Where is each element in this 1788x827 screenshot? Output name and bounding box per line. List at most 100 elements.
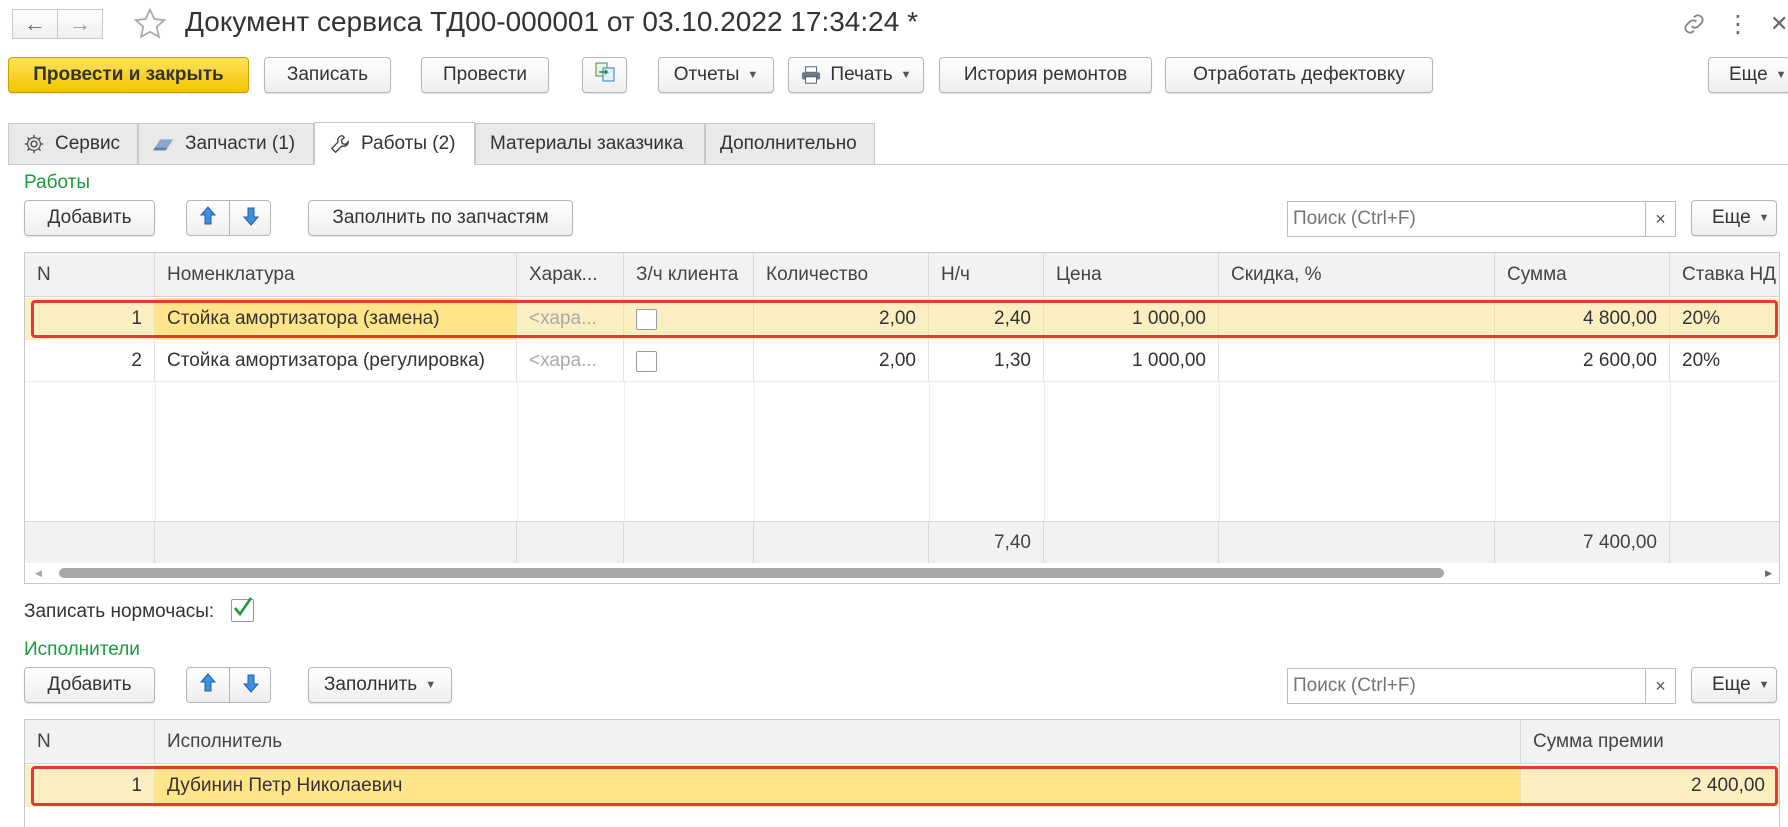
- executors-more-label: Еще: [1712, 674, 1751, 695]
- more-label: Еще: [1729, 64, 1768, 85]
- back-button[interactable]: ←: [12, 9, 58, 39]
- row-quantity[interactable]: 2,00: [754, 298, 929, 340]
- executors-move-up-button[interactable]: [187, 668, 229, 704]
- row-executor[interactable]: Дубинин Петр Николаевич: [155, 765, 1521, 807]
- row-vat[interactable]: 20%: [1670, 298, 1779, 340]
- col-n[interactable]: N: [25, 253, 155, 297]
- tab-customer-materials[interactable]: Материалы заказчика: [475, 123, 705, 164]
- row-discount[interactable]: [1219, 340, 1495, 382]
- total-sum: 7 400,00: [1495, 522, 1670, 564]
- col-discount[interactable]: Скидка, %: [1219, 253, 1495, 297]
- arrow-up-icon: [199, 206, 217, 232]
- table-row[interactable]: 1 Стойка амортизатора (замена) <хара... …: [25, 298, 1779, 340]
- arrow-down-icon: [242, 673, 260, 699]
- page-title: Документ сервиса ТД00-000001 от 03.10.20…: [185, 6, 918, 37]
- col-executor[interactable]: Исполнитель: [155, 720, 1521, 764]
- process-defects-button[interactable]: Отработать дефектовку: [1165, 57, 1433, 93]
- tab-parts[interactable]: Запчасти (1): [138, 123, 314, 164]
- works-section-label: Работы: [24, 172, 90, 193]
- col-client-part[interactable]: З/ч клиента: [624, 253, 754, 297]
- scroll-right-icon[interactable]: ▶: [1765, 568, 1772, 579]
- executors-search-field[interactable]: ×: [1287, 668, 1676, 704]
- arrow-down-icon: [242, 206, 260, 232]
- col-price[interactable]: Цена: [1044, 253, 1219, 297]
- row-vat[interactable]: 20%: [1670, 340, 1779, 382]
- favorite-star-icon[interactable]: [132, 6, 168, 42]
- works-move-up-button[interactable]: [187, 201, 229, 237]
- row-sum[interactable]: 4 800,00: [1495, 298, 1670, 340]
- link-icon[interactable]: [1680, 10, 1708, 38]
- works-table-header: N Номенклатура Харак... З/ч клиента Коли…: [25, 253, 1779, 297]
- norm-hours-checkbox[interactable]: [231, 597, 254, 622]
- repair-history-button[interactable]: История ремонтов: [939, 57, 1152, 93]
- works-search-input[interactable]: [1288, 202, 1645, 236]
- fill-by-parts-button[interactable]: Заполнить по запчастям: [308, 200, 573, 236]
- executors-fill-label: Заполнить: [323, 674, 418, 695]
- save-button[interactable]: Записать: [264, 57, 391, 93]
- executors-fill-button[interactable]: Заполнить ▼: [308, 667, 452, 703]
- table-row[interactable]: 2 Стойка амортизатора (регулировка) <хар…: [25, 340, 1779, 382]
- col-bonus-sum[interactable]: Сумма премии: [1521, 720, 1779, 764]
- executors-move-down-button[interactable]: [230, 668, 272, 704]
- col-n[interactable]: N: [25, 720, 155, 764]
- row-sum[interactable]: 2 600,00: [1495, 340, 1670, 382]
- executors-add-button[interactable]: Добавить: [24, 667, 155, 703]
- row-n: 1: [25, 765, 155, 807]
- tab-additional-label: Дополнительно: [720, 133, 857, 154]
- row-price[interactable]: 1 000,00: [1044, 298, 1219, 340]
- client-part-checkbox[interactable]: [636, 308, 657, 330]
- norm-hours-label: Записать нормочасы:: [24, 601, 215, 622]
- checkmark-icon: [234, 597, 253, 617]
- print-button[interactable]: Печать ▼: [788, 57, 924, 93]
- scrollbar-thumb[interactable]: [59, 568, 1444, 578]
- row-norm-hours[interactable]: 1,30: [929, 340, 1044, 382]
- post-and-close-button[interactable]: Провести и закрыть: [8, 57, 249, 93]
- col-sum[interactable]: Сумма: [1495, 253, 1670, 297]
- reports-button[interactable]: Отчеты ▼: [658, 57, 774, 93]
- col-characteristic[interactable]: Харак...: [517, 253, 624, 297]
- row-n: 2: [25, 340, 155, 382]
- row-norm-hours[interactable]: 2,40: [929, 298, 1044, 340]
- tab-service[interactable]: Сервис: [8, 123, 138, 164]
- more-vertical-icon[interactable]: ⋮: [1726, 8, 1750, 40]
- row-item[interactable]: Стойка амортизатора (замена): [155, 298, 517, 340]
- dropdown-caret-icon: ▼: [1758, 679, 1770, 691]
- row-price[interactable]: 1 000,00: [1044, 340, 1219, 382]
- row-item[interactable]: Стойка амортизатора (регулировка): [155, 340, 517, 382]
- related-docs-button[interactable]: [582, 57, 627, 93]
- row-bonus-sum[interactable]: 2 400,00: [1521, 765, 1777, 807]
- executors-section-label: Исполнители: [24, 639, 140, 660]
- client-part-checkbox[interactable]: [636, 350, 657, 372]
- executors-search-input[interactable]: [1288, 669, 1645, 703]
- tab-works-label: Работы (2): [361, 133, 456, 154]
- more-button[interactable]: Еще ▼: [1708, 57, 1788, 93]
- works-search-clear-icon[interactable]: ×: [1645, 202, 1675, 236]
- row-quantity[interactable]: 2,00: [754, 340, 929, 382]
- dropdown-caret-icon: ▼: [900, 69, 912, 81]
- dropdown-caret-icon: ▼: [425, 679, 437, 691]
- close-icon[interactable]: ✕: [1770, 8, 1788, 40]
- printer-icon: [800, 65, 822, 85]
- row-characteristic[interactable]: <хара...: [517, 298, 624, 340]
- works-table-footer: 7,40 7 400,00: [25, 521, 1779, 564]
- executors-more-button[interactable]: Еще ▼: [1691, 667, 1777, 703]
- forward-button[interactable]: →: [57, 9, 103, 39]
- executors-search-clear-icon[interactable]: ×: [1645, 669, 1675, 703]
- tab-additional[interactable]: Дополнительно: [705, 123, 875, 164]
- col-norm-hours[interactable]: Н/ч: [929, 253, 1044, 297]
- post-button[interactable]: Провести: [421, 57, 549, 93]
- col-item[interactable]: Номенклатура: [155, 253, 517, 297]
- tab-works[interactable]: Работы (2): [314, 122, 475, 165]
- works-move-down-button[interactable]: [230, 201, 272, 237]
- works-search-field[interactable]: ×: [1287, 201, 1676, 237]
- scroll-left-icon[interactable]: ◀: [35, 568, 42, 579]
- tab-customer-materials-label: Материалы заказчика: [490, 133, 684, 154]
- row-characteristic[interactable]: <хара...: [517, 340, 624, 382]
- table-row[interactable]: 1 Дубинин Петр Николаевич 2 400,00: [25, 765, 1779, 807]
- works-more-button[interactable]: Еще ▼: [1691, 200, 1777, 236]
- works-add-button[interactable]: Добавить: [24, 200, 155, 236]
- row-discount[interactable]: [1219, 298, 1495, 340]
- col-vat[interactable]: Ставка НД: [1670, 253, 1779, 297]
- horizontal-scrollbar[interactable]: ◀ ▶: [25, 563, 1779, 583]
- col-quantity[interactable]: Количество: [754, 253, 929, 297]
